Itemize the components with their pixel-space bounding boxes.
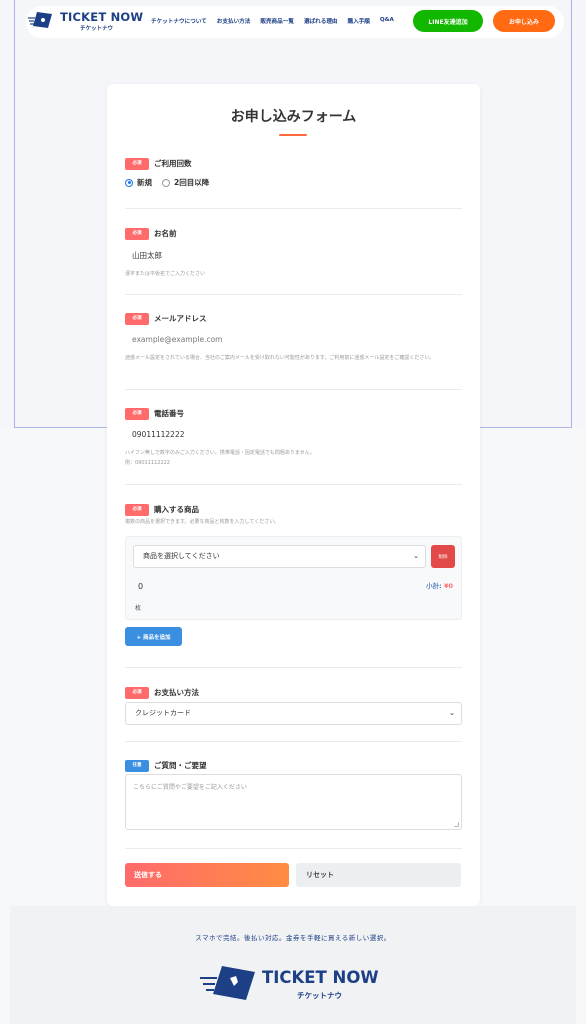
delete-product-button[interactable]: 削除 [431,545,455,568]
header-logo[interactable]: TICKET NOW チケットナウ [28,8,143,36]
add-product-button[interactable]: + 商品を追加 [125,627,182,646]
reset-button[interactable]: リセット [296,863,461,887]
footer-logo-title: TICKET NOW [262,968,379,987]
questions-placeholder: こちらにご質問やご要望をご記入ください [133,784,247,791]
phone-section: 必須 電話番号 09011112222 ハイフン無しで数字のみご入力ください。携帯… [125,403,462,466]
radio-repeat-dot[interactable] [162,178,170,187]
ticket-logo-icon [200,966,255,1000]
site-footer: スマホで完結。後払い対応。金券を手軽に買える新しい選択。 TICKET NOW … [10,906,576,1024]
application-form-card: お申し込みフォーム 必須 ご利用回数 新規 2回目以降 必須 お名前 山田太郎 漢字… [107,84,480,906]
name-help-text: 漢字または平仮名でご入力ください [125,271,206,277]
phone-help-text: ハイフン無しで数字のみご入力ください。携帯電話・固定電話でも問題ありません。 [125,450,315,456]
name-section: 必須 お名前 山田太郎 漢字または平仮名でご入力ください [125,223,462,277]
logo-subtitle: チケットナウ [80,26,114,32]
questions-textarea[interactable]: こちらにご質問やご要望をご記入ください [125,774,462,830]
radio-new[interactable]: 新規 [125,177,152,188]
footer-tagline: スマホで完結。後払い対応。金券を手軽に買える新しい選択。 [195,934,391,942]
footer-logo[interactable]: TICKET NOW チケットナウ [200,960,400,1006]
phone-input[interactable]: 09011112222 [132,430,185,439]
submit-button[interactable]: 送信する [125,863,289,887]
quantity-input[interactable]: 0 [138,582,143,591]
required-badge: 必須 [125,407,149,420]
radio-repeat-label: 2回目以降 [174,178,210,187]
divider [125,484,462,485]
products-section: 必須 購入する商品 複数の商品を選択できます。必要な商品と枚数を入力してください。 [125,499,462,525]
product-select[interactable]: 商品を選択してください ⌄ [133,545,426,568]
main-nav: チケットナウについて お支払い方法 販売商品一覧 選ばれる理由 購入手順 Q&A [151,17,394,25]
phone-label: 電話番号 [154,409,184,418]
subtotal-value: ¥0 [443,582,453,590]
usage-label: ご利用回数 [154,159,192,168]
subtotal: 小計: ¥0 [426,580,453,590]
email-section: 必須 メールアドレス example@example.com 迷惑メール設定をされ… [125,308,462,361]
logo-title: TICKET NOW [60,10,144,24]
required-badge: 必須 [125,157,149,170]
divider [125,389,462,390]
footer-logo-subtitle: チケットナウ [297,991,342,1000]
usage-section: 必須 ご利用回数 新規 2回目以降 [125,153,462,187]
radio-repeat[interactable]: 2回目以降 [162,177,209,188]
nav-item-faq[interactable]: Q&A [380,17,394,25]
name-label: お名前 [154,229,177,238]
questions-label: ご質問・ご要望 [154,761,207,770]
email-input[interactable]: example@example.com [132,335,222,344]
optional-badge: 任意 [125,759,149,772]
questions-section: 任意 ご質問・ご要望 こちらにご質問やご要望をご記入ください [125,755,462,830]
nav-item-reasons[interactable]: 選ばれる理由 [304,17,338,25]
usage-radio-group: 新規 2回目以降 [125,177,209,188]
resize-handle-icon[interactable] [454,822,459,827]
divider [125,208,462,209]
nav-item-about[interactable]: チケットナウについて [151,17,207,25]
products-label: 購入する商品 [154,505,199,514]
quantity-unit: 枚 [135,605,142,612]
subtotal-label: 小計: [426,582,442,590]
nav-item-products[interactable]: 販売商品一覧 [260,17,294,25]
email-label: メールアドレス [154,314,207,323]
product-select-value: 商品を選択してください [143,552,220,560]
divider [125,667,462,668]
required-badge: 必須 [125,227,149,240]
nav-item-steps[interactable]: 購入手順 [348,17,370,25]
payment-select[interactable]: クレジットカード ⌄ [125,702,462,725]
products-help-text: 複数の商品を選択できます。必要な商品と枚数を入力してください。 [125,519,280,525]
product-row: 商品を選択してください ⌄ 削除 0 枚 小計: ¥0 [125,536,462,620]
divider [125,294,462,295]
payment-select-value: クレジットカード [135,709,191,717]
radio-new-dot[interactable] [125,178,133,187]
chevron-down-icon: ⌄ [449,709,455,717]
divider [125,741,462,742]
payment-section: 必須 お支払い方法 クレジットカード ⌄ [125,682,462,725]
apply-button[interactable]: お申し込み [493,10,555,32]
chevron-down-icon: ⌄ [413,552,419,560]
ticket-logo-icon [28,12,52,28]
radio-new-label: 新規 [137,178,152,187]
title-underline [279,134,307,136]
form-title: お申し込みフォーム [230,109,357,125]
required-badge: 必須 [125,503,149,516]
required-badge: 必須 [125,312,149,325]
email-help-text: 迷惑メール設定をされている場合、当社のご案内メールを受け取れない可能性があります… [125,355,435,361]
phone-example-text: 例：09011112222 [125,460,170,466]
nav-item-payment[interactable]: お支払い方法 [217,17,251,25]
payment-label: お支払い方法 [154,688,199,697]
name-input[interactable]: 山田太郎 [132,250,162,261]
required-badge: 必須 [125,686,149,699]
line-friend-button[interactable]: LINE友達追加 [413,10,483,32]
divider [125,848,462,849]
